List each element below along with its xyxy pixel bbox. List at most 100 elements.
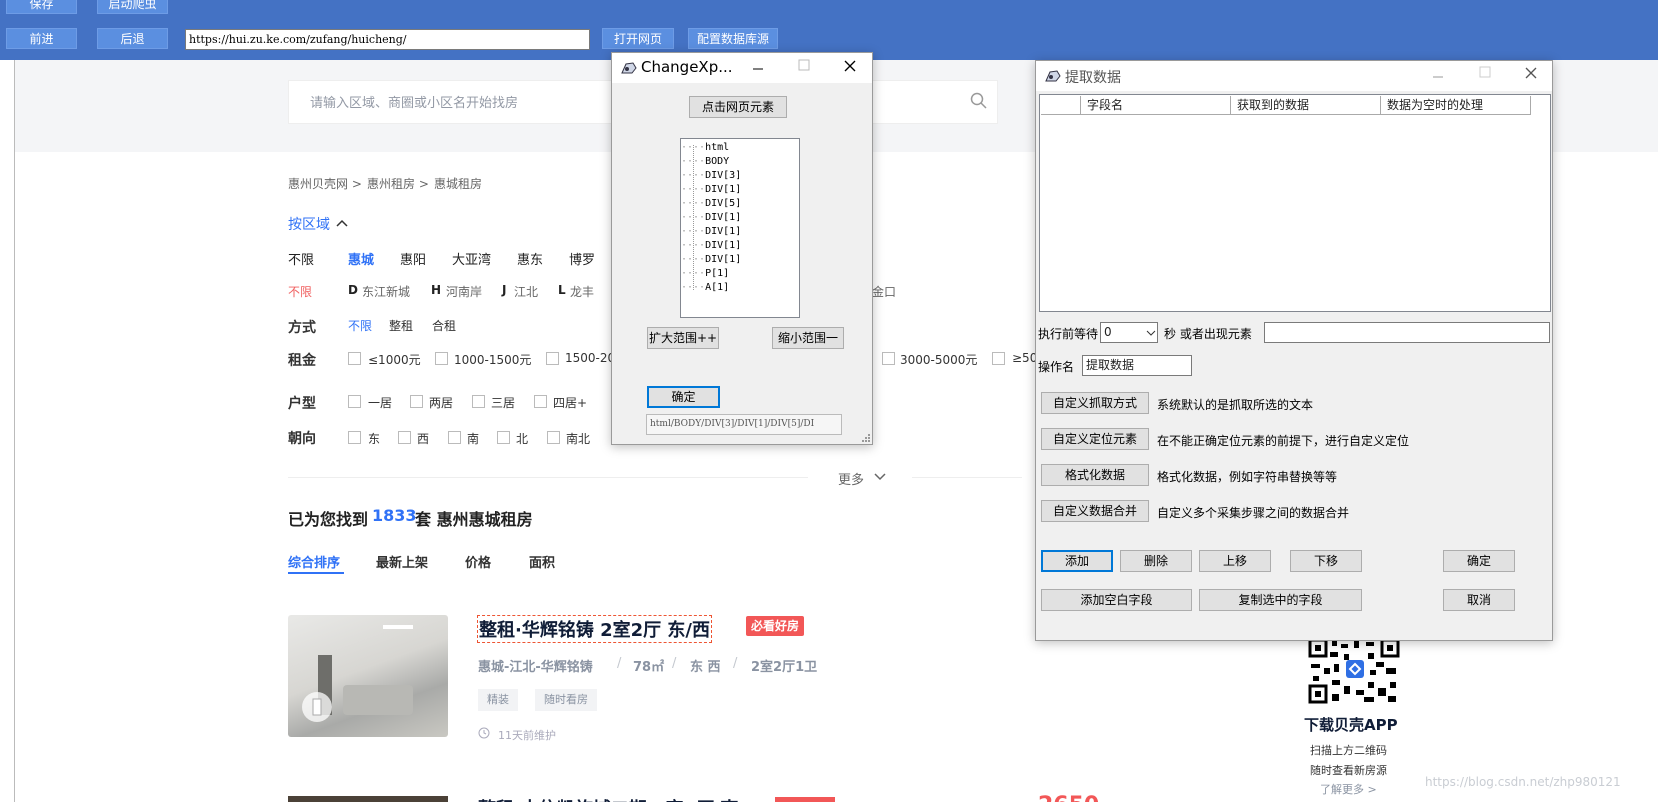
custom-merge-button[interactable]: 自定义数据合并 bbox=[1041, 500, 1149, 522]
start-crawler-button[interactable]: 启动爬虫 bbox=[97, 0, 168, 14]
rent-checkbox-2[interactable] bbox=[435, 352, 448, 365]
expand-range-button[interactable]: 扩大范围++ bbox=[647, 327, 719, 349]
format-data-button[interactable]: 格式化数据 bbox=[1041, 464, 1149, 486]
orient-option-3[interactable]: 南 bbox=[467, 430, 479, 447]
maximize-icon[interactable] bbox=[798, 59, 810, 71]
close-icon[interactable] bbox=[843, 59, 857, 73]
orient-checkbox-5[interactable] bbox=[547, 431, 560, 444]
xpath-tree[interactable]: ····html ····BODY ····DIV[3] ····DIV[1] … bbox=[680, 138, 800, 318]
save-button[interactable]: 保存 bbox=[6, 0, 77, 14]
tree-node[interactable]: ····DIV[1] bbox=[681, 254, 741, 265]
layout-option-2[interactable]: 两居 bbox=[429, 394, 453, 411]
xpath-window-titlebar[interactable]: ChangeXp... bbox=[612, 53, 872, 83]
orient-option-5[interactable]: 南北 bbox=[566, 430, 590, 447]
add-blank-field-button[interactable]: 添加空白字段 bbox=[1041, 589, 1192, 611]
rent-checkbox-5[interactable] bbox=[992, 352, 1005, 365]
listing2-photo[interactable] bbox=[288, 796, 448, 802]
tree-node[interactable]: ····DIV[5] bbox=[681, 198, 741, 209]
more-filters-link[interactable]: 更多 bbox=[838, 469, 864, 488]
add-field-button[interactable]: 添加 bbox=[1041, 550, 1113, 572]
subregion-henanan[interactable]: 河南岸 bbox=[446, 283, 482, 300]
layout-option-4[interactable]: 四居+ bbox=[553, 394, 587, 411]
rent-option-2[interactable]: 1000-1500元 bbox=[454, 351, 531, 368]
breadcrumb-3[interactable]: 惠城租房 bbox=[434, 175, 482, 192]
extract-ok-button[interactable]: 确定 bbox=[1443, 550, 1515, 572]
custom-fetch-button[interactable]: 自定义抓取方式 bbox=[1041, 392, 1149, 414]
orient-checkbox-1[interactable] bbox=[348, 431, 361, 444]
listing2-title[interactable]: 整租·中信凯旋城二期 3室2厅 南 bbox=[478, 795, 738, 802]
grid-header-fetched-data[interactable]: 获取到的数据 bbox=[1231, 96, 1381, 115]
region-huiyang[interactable]: 惠阳 bbox=[400, 249, 426, 268]
app-learn-more-link[interactable]: 了解更多 > bbox=[1320, 781, 1377, 797]
region-huidong[interactable]: 惠东 bbox=[517, 249, 543, 268]
subregion-dongjiang[interactable]: 东江新城 bbox=[362, 283, 410, 300]
rent-option-1[interactable]: ≤1000元 bbox=[368, 351, 421, 368]
config-db-button[interactable]: 配置数据库源 bbox=[688, 28, 778, 49]
region-boluo[interactable]: 博罗 bbox=[569, 249, 595, 268]
subregion-jinkou[interactable]: 金口 bbox=[872, 283, 896, 300]
layout-option-1[interactable]: 一居 bbox=[368, 394, 392, 411]
rent-checkbox-3[interactable] bbox=[546, 352, 559, 365]
grid-header-field-name[interactable]: 字段名 bbox=[1081, 96, 1231, 115]
fields-grid[interactable]: 字段名 获取到的数据 数据为空时的处理 bbox=[1039, 94, 1551, 312]
rent-checkbox-4[interactable] bbox=[882, 352, 895, 365]
subregion-longfeng[interactable]: 龙丰 bbox=[570, 283, 594, 300]
custom-locate-button[interactable]: 自定义定位元素 bbox=[1041, 428, 1149, 450]
rent-option-5[interactable]: ≥50 bbox=[1012, 351, 1037, 365]
subregion-jiangbei[interactable]: 江北 bbox=[514, 283, 538, 300]
shrink-range-button[interactable]: 缩小范围一 bbox=[772, 327, 844, 349]
sort-tab-newest[interactable]: 最新上架 bbox=[376, 552, 428, 571]
xpath-field[interactable]: html/BODY/DIV[3]/DIV[1]/DIV[5]/DI bbox=[646, 414, 842, 435]
region-any[interactable]: 不限 bbox=[288, 249, 314, 268]
forward-button[interactable]: 前进 bbox=[6, 28, 77, 49]
move-up-button[interactable]: 上移 bbox=[1199, 550, 1271, 572]
layout-option-3[interactable]: 三居 bbox=[491, 394, 515, 411]
minimize-icon[interactable] bbox=[752, 63, 764, 75]
extract-cancel-button[interactable]: 取消 bbox=[1443, 589, 1515, 611]
copy-selected-field-button[interactable]: 复制选中的字段 bbox=[1199, 589, 1362, 611]
listing-title[interactable]: 整租·华辉铭铸 2室2厅 东/西 bbox=[477, 615, 712, 643]
layout-checkbox-1[interactable] bbox=[348, 395, 361, 408]
xpath-ok-button[interactable]: 确定 bbox=[647, 386, 720, 408]
tree-node[interactable]: ····DIV[3] bbox=[681, 170, 741, 181]
region-dayawan[interactable]: 大亚湾 bbox=[452, 249, 491, 268]
sort-tab-default[interactable]: 综合排序 bbox=[288, 552, 340, 571]
dropdown-arrow-icon[interactable] bbox=[1146, 329, 1156, 337]
grid-header-select[interactable] bbox=[1041, 96, 1081, 115]
method-shared[interactable]: 合租 bbox=[432, 317, 456, 334]
region-huicheng[interactable]: 惠城 bbox=[348, 249, 374, 268]
vr-play-icon[interactable] bbox=[300, 690, 334, 724]
open-page-button[interactable]: 打开网页 bbox=[602, 28, 674, 49]
close-icon[interactable] bbox=[1524, 66, 1538, 80]
method-any[interactable]: 不限 bbox=[348, 317, 372, 334]
search-icon[interactable] bbox=[970, 92, 988, 110]
tree-node[interactable]: ····BODY bbox=[681, 156, 729, 167]
orient-option-4[interactable]: 北 bbox=[516, 430, 528, 447]
maximize-icon[interactable] bbox=[1479, 66, 1491, 78]
url-input[interactable]: https://hui.zu.ke.com/zufang/huicheng/ bbox=[185, 29, 590, 50]
rent-option-3[interactable]: 1500-20 bbox=[565, 351, 615, 365]
tree-node[interactable]: ····DIV[1] bbox=[681, 226, 741, 237]
click-web-element-button[interactable]: 点击网页元素 bbox=[689, 96, 787, 118]
by-region-toggle[interactable]: 按区域 bbox=[288, 214, 330, 234]
orient-checkbox-4[interactable] bbox=[497, 431, 510, 444]
method-whole[interactable]: 整租 bbox=[389, 317, 413, 334]
listing-location[interactable]: 惠城-江北-华辉铭铸 bbox=[478, 656, 593, 675]
app-download-title[interactable]: 下载贝壳APP bbox=[1304, 714, 1398, 735]
orient-option-1[interactable]: 东 bbox=[368, 430, 380, 447]
layout-checkbox-3[interactable] bbox=[472, 395, 485, 408]
layout-checkbox-4[interactable] bbox=[534, 395, 547, 408]
tree-node[interactable]: ····DIV[1] bbox=[681, 240, 741, 251]
wait-element-input[interactable] bbox=[1264, 322, 1550, 343]
subregion-any[interactable]: 不限 bbox=[288, 283, 312, 300]
grid-header-empty-handling[interactable]: 数据为空时的处理 bbox=[1381, 96, 1531, 115]
orient-checkbox-3[interactable] bbox=[448, 431, 461, 444]
orient-checkbox-2[interactable] bbox=[398, 431, 411, 444]
sort-tab-area[interactable]: 面积 bbox=[529, 552, 555, 571]
breadcrumb-1[interactable]: 惠州贝壳网 > bbox=[288, 175, 362, 192]
back-button[interactable]: 后退 bbox=[97, 28, 168, 49]
tree-node[interactable]: ····html bbox=[681, 142, 729, 153]
extract-window-titlebar[interactable]: 提取数据 bbox=[1036, 61, 1552, 91]
move-down-button[interactable]: 下移 bbox=[1290, 550, 1362, 572]
orient-option-2[interactable]: 西 bbox=[417, 430, 429, 447]
